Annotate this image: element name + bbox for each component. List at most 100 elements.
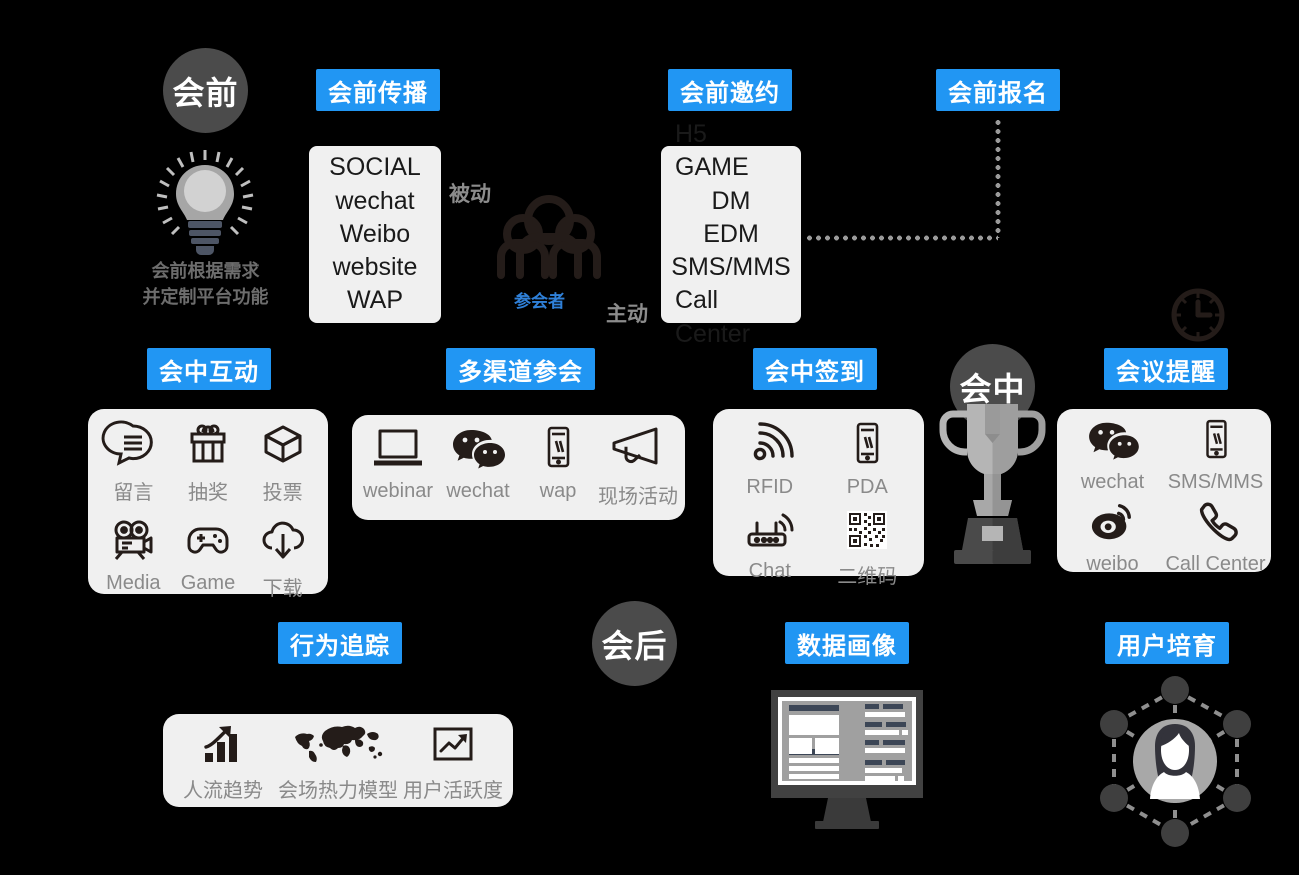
invite-channel-0: H5 GAME — [675, 120, 749, 182]
interaction-item-2-label: 投票 — [262, 482, 303, 504]
tag-pre-signup[interactable]: 会前报名 — [936, 69, 1060, 111]
trend-chart-icon — [429, 723, 477, 770]
checkin-item-2[interactable]: Chat — [744, 509, 796, 583]
tag-data-portrait[interactable]: 数据画像 — [785, 622, 909, 664]
remind-item-0[interactable]: wechat — [1081, 418, 1144, 494]
tracking-item-1-label: 会场热力模型 — [278, 780, 398, 802]
tag-user-nurture[interactable]: 用户培育 — [1105, 622, 1229, 664]
open-box-icon — [260, 421, 306, 472]
mobile-phone-icon — [1199, 418, 1233, 467]
spread-channel-4: WAP — [346, 286, 404, 315]
bar-chart-arrow-icon — [199, 723, 247, 770]
rfid-signal-icon — [747, 421, 794, 472]
tag-pre-invite[interactable]: 会前邀约 — [668, 69, 792, 111]
remind-item-2-label: weibo — [1086, 553, 1139, 575]
tracking-item-2[interactable]: 用户活跃度 — [403, 723, 503, 803]
checkin-item-1[interactable]: PDA — [847, 421, 888, 499]
tag-data-portrait-label: 数据画像 — [797, 632, 897, 660]
channel-item-1-label: wechat — [446, 480, 510, 502]
phase-circle-pre-label: 会前 — [172, 74, 239, 111]
checkin-item-3[interactable]: 二维码 — [837, 509, 897, 589]
clock-icon — [1168, 285, 1228, 350]
bulb-caption-line1: 会前根据需求 — [151, 261, 260, 281]
tag-during-checkin[interactable]: 会中签到 — [753, 348, 877, 390]
channel-item-0-label: webinar — [362, 480, 434, 502]
router-icon — [744, 509, 796, 556]
tag-behavior-track-label: 行为追踪 — [290, 632, 390, 660]
tag-during-interact-label: 会中互动 — [159, 358, 259, 386]
phase-circle-post: 会后 — [592, 601, 677, 686]
interaction-item-2[interactable]: 投票 — [260, 421, 306, 505]
user-network-icon — [1098, 676, 1253, 853]
laptop-icon — [370, 425, 426, 476]
card-pre-invite-channels: H5 GAME DM EDM SMS/MMS Call Center — [661, 120, 801, 348]
film-camera-icon — [110, 517, 156, 568]
interaction-item-0[interactable]: 留言 — [101, 420, 156, 505]
invite-channel-1: DM — [711, 186, 751, 215]
tag-multi-channel-label: 多渠道参会 — [458, 358, 583, 386]
invite-channel-3: SMS/MMS — [671, 253, 791, 282]
invite-channel-2: EDM — [703, 219, 759, 248]
tracking-item-2-label: 用户活跃度 — [403, 780, 503, 802]
invite-channel-4: Call Center — [675, 286, 751, 348]
remind-item-2[interactable]: weibo — [1086, 500, 1139, 576]
message-bubble-icon — [101, 420, 156, 472]
megaphone-icon — [610, 425, 666, 476]
interaction-item-3[interactable]: Media — [106, 517, 161, 595]
tag-pre-invite-label: 会前邀约 — [680, 79, 780, 107]
checkin-item-2-label: Chat — [748, 560, 791, 582]
tag-behavior-track[interactable]: 行为追踪 — [278, 622, 402, 664]
spread-channel-2: Weibo — [339, 219, 411, 248]
tag-during-checkin-label: 会中签到 — [765, 358, 865, 386]
mobile-phone-icon — [849, 421, 885, 472]
wechat-icon — [1085, 418, 1141, 467]
label-active: 主动 — [606, 303, 648, 326]
channel-item-2[interactable]: wap — [539, 425, 577, 503]
checkin-icon-grid: RFID PDA Chat 二维码 — [721, 421, 916, 589]
cloud-download-icon — [260, 517, 306, 568]
label-attendee: 参会者 — [514, 292, 565, 311]
interaction-item-1[interactable]: 抽奖 — [185, 421, 231, 505]
checkin-item-0[interactable]: RFID — [746, 421, 794, 499]
tracking-item-0[interactable]: 人流趋势 — [183, 723, 263, 803]
remind-item-0-label: wechat — [1080, 471, 1145, 493]
tag-user-nurture-label: 用户培育 — [1117, 632, 1217, 660]
interaction-item-4-label: Game — [180, 572, 236, 594]
tag-during-interact[interactable]: 会中互动 — [147, 348, 271, 390]
tag-meeting-remind[interactable]: 会议提醒 — [1104, 348, 1228, 390]
label-passive: 被动 — [449, 183, 491, 206]
tracking-icon-grid: 人流趋势 会场热力模型 用户活跃度 — [168, 723, 508, 803]
interaction-item-4[interactable]: Game — [181, 517, 235, 595]
mobile-phone-icon — [540, 425, 576, 476]
channel-item-2-label: wap — [539, 480, 577, 502]
bulb-caption-line2: 并定制平台功能 — [142, 287, 269, 308]
remind-item-3[interactable]: Call Center — [1165, 500, 1266, 576]
remind-item-3-label: Call Center — [1165, 553, 1266, 575]
remind-item-1-label: SMS/MMS — [1167, 471, 1264, 493]
tag-meeting-remind-label: 会议提醒 — [1116, 358, 1216, 386]
tracking-item-0-label: 人流趋势 — [183, 780, 263, 802]
tag-pre-spread-label: 会前传播 — [328, 79, 428, 107]
interaction-item-5[interactable]: 下载 — [260, 517, 306, 601]
people-group-icon — [493, 195, 605, 283]
gift-box-icon — [185, 421, 231, 472]
checkin-item-0-label: RFID — [746, 476, 794, 498]
interaction-item-5-label: 下载 — [262, 578, 303, 600]
card-pre-spread-channels: SOCIAL wechat Weibo website WAP — [309, 146, 441, 323]
weibo-icon — [1087, 500, 1137, 549]
wechat-icon — [450, 425, 506, 476]
gamepad-icon — [185, 517, 231, 568]
interaction-item-0-label: 留言 — [113, 482, 154, 504]
trophy-icon — [939, 400, 1046, 575]
interaction-icon-grid: 留言 抽奖 投票 Media Game 下载 — [96, 420, 320, 601]
tag-multi-channel[interactable]: 多渠道参会 — [446, 348, 595, 390]
channel-item-0[interactable]: webinar — [363, 425, 433, 503]
tag-pre-spread[interactable]: 会前传播 — [316, 69, 440, 111]
tracking-item-1[interactable]: 会场热力模型 — [278, 723, 398, 803]
channel-item-3-label: 现场活动 — [598, 486, 678, 508]
remind-item-1[interactable]: SMS/MMS — [1167, 418, 1264, 494]
channel-item-1[interactable]: wechat — [446, 425, 510, 503]
interaction-item-1-label: 抽奖 — [187, 482, 228, 504]
channel-item-3[interactable]: 现场活动 — [598, 425, 678, 509]
lightbulb-icon — [155, 148, 255, 265]
